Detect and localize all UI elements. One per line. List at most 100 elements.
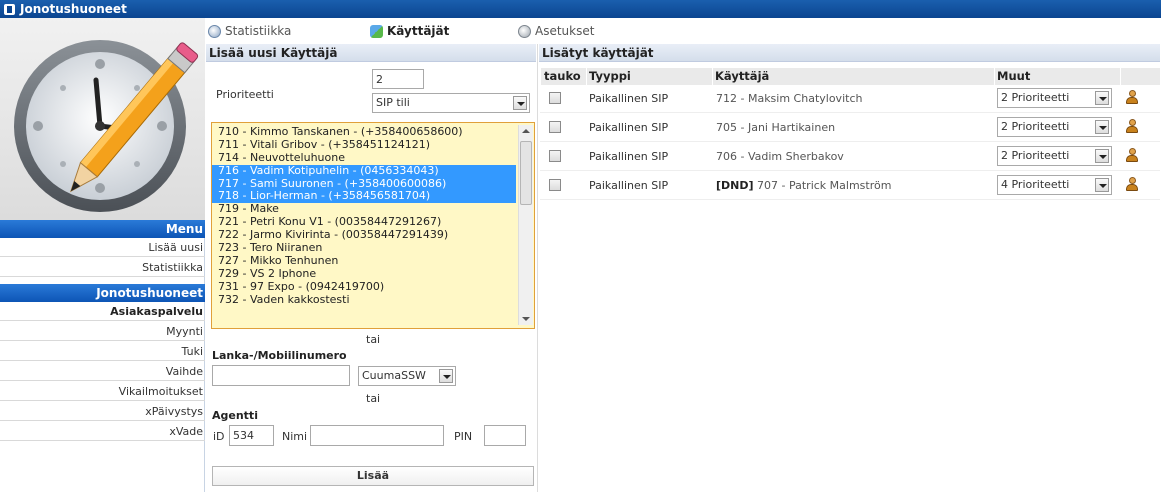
scroll-thumb[interactable] xyxy=(520,141,532,205)
sip-account-list[interactable]: 710 - Kimmo Tanskanen - (+358400658600) 7… xyxy=(211,122,535,329)
add-user-button[interactable]: Lisää xyxy=(212,466,534,486)
account-type-select[interactable]: SIP tili xyxy=(372,93,530,113)
priority-select-value: 2 Prioriteetti xyxy=(1001,149,1070,162)
scroll-down-icon[interactable] xyxy=(522,317,530,321)
sip-list-option[interactable]: 716 - Vadim Kotipuhelin - (0456334043) xyxy=(212,164,516,178)
column-header-other: Muut xyxy=(995,68,1120,85)
user-name-cell: 705 - Jani Hartikainen xyxy=(716,121,835,135)
user-edit-icon[interactable] xyxy=(1125,177,1139,191)
pause-checkbox[interactable] xyxy=(549,92,561,104)
agent-pin-label: PIN xyxy=(454,430,473,443)
sidebar: Menu Lisää uusi Statistiikka Jonotushuon… xyxy=(0,18,205,492)
agent-id-label: iD xyxy=(213,430,225,443)
added-users-section-title: Lisätyt käyttäjät xyxy=(539,44,1160,62)
tab-statistics[interactable]: Statistiikka xyxy=(208,20,291,42)
table-row: Paikallinen SIP 706 - Vadim Sherbakov 2 Pr… xyxy=(540,142,1160,171)
pause-checkbox[interactable] xyxy=(549,121,561,133)
sip-list-option[interactable]: 710 - Kimmo Tanskanen - (+358400658600) xyxy=(212,125,534,139)
column-header-user: Käyttäjä xyxy=(713,68,994,85)
user-name: 705 - Jani Hartikainen xyxy=(716,121,836,134)
user-type: Paikallinen SIP xyxy=(589,179,669,192)
sidebar-item-myynti[interactable]: Myynti xyxy=(0,322,205,341)
chevron-down-icon xyxy=(513,96,527,110)
dnd-badge: [DND] xyxy=(716,179,754,192)
sidebar-item-xpaivystys[interactable]: xPäivystys xyxy=(0,402,205,421)
column-header-type: Tyyppi xyxy=(587,68,712,85)
sidebar-item-vikailmoitukset[interactable]: Vikailmoitukset xyxy=(0,382,205,401)
user-name: 706 - Vadim Sherbakov xyxy=(716,150,844,163)
user-name-cell: [DND] 707 - Patrick Malmström xyxy=(716,179,891,193)
chevron-down-icon xyxy=(1095,91,1109,105)
sip-list-option[interactable]: 723 - Tero Niiranen xyxy=(212,241,534,255)
priority-label: Prioriteetti xyxy=(216,88,274,101)
sidebar-item-vaihde[interactable]: Vaihde xyxy=(0,362,205,381)
user-type: Paikallinen SIP xyxy=(589,150,669,163)
chevron-down-icon xyxy=(1095,120,1109,134)
table-row: Paikallinen SIP [DND] 707 - Patrick Malms… xyxy=(540,171,1160,200)
sip-list-option[interactable]: 727 - Mikko Tenhunen xyxy=(212,254,534,268)
priority-input[interactable] xyxy=(372,69,424,89)
user-edit-icon[interactable] xyxy=(1125,90,1139,104)
sidebar-item-tuki[interactable]: Tuki xyxy=(0,342,205,361)
user-type: Paikallinen SIP xyxy=(589,121,669,134)
user-edit-icon[interactable] xyxy=(1125,119,1139,133)
tab-statistics-label: Statistiikka xyxy=(225,24,292,38)
sip-list-option[interactable]: 731 - 97 Expo - (0942419700) xyxy=(212,280,534,294)
tab-settings[interactable]: Asetukset xyxy=(518,20,594,42)
agent-pin-input[interactable] xyxy=(484,425,526,446)
agent-name-label: Nimi xyxy=(282,430,308,443)
agent-label: Agentti xyxy=(212,409,258,422)
priority-select-value: 2 Prioriteetti xyxy=(1001,91,1070,104)
sip-list-option[interactable]: 711 - Vitali Gribov - (+358451124121) xyxy=(212,138,534,152)
column-header-actions xyxy=(1121,68,1160,85)
table-row: Paikallinen SIP 712 - Maksim Chatylovitch… xyxy=(540,84,1160,113)
priority-select[interactable]: 2 Prioriteetti xyxy=(997,146,1112,166)
provider-value: CuumaSSW xyxy=(362,369,426,382)
window-title-bar: Jonotushuoneet xyxy=(0,0,1161,18)
chevron-down-icon xyxy=(1095,178,1109,192)
sidebar-item-add-new[interactable]: Lisää uusi xyxy=(0,238,205,257)
sidebar-item-asiakaspalvelu[interactable]: Asiakaspalvelu xyxy=(0,302,205,321)
user-name-cell: 706 - Vadim Sherbakov xyxy=(716,150,844,164)
phone-number-label: Lanka-/Mobiilinumero xyxy=(212,349,347,362)
priority-select[interactable]: 2 Prioriteetti xyxy=(997,117,1112,137)
sip-list-option[interactable]: 714 - Neuvotteluhuone xyxy=(212,151,534,165)
scroll-up-icon[interactable] xyxy=(522,129,530,133)
chevron-down-icon xyxy=(1095,149,1109,163)
column-header-pause: tauko xyxy=(541,68,586,85)
chevron-down-icon xyxy=(439,369,453,383)
user-edit-icon[interactable] xyxy=(1125,148,1139,162)
phone-number-input[interactable] xyxy=(212,365,350,386)
sidebar-item-statistics[interactable]: Statistiikka xyxy=(0,258,205,277)
priority-select-value: 4 Prioriteetti xyxy=(1001,178,1070,191)
or-text-2: tai xyxy=(366,392,381,405)
queue-rooms-header[interactable]: Jonotushuoneet xyxy=(0,284,205,302)
agent-id-input[interactable] xyxy=(229,425,274,446)
sip-list-option[interactable]: 729 - VS 2 Iphone xyxy=(212,267,534,281)
menu-header: Menu xyxy=(0,220,205,238)
add-user-section-title: Lisää uusi Käyttäjä xyxy=(206,44,536,62)
user-name-cell: 712 - Maksim Chatylovitch xyxy=(716,92,862,106)
sidebar-item-xvade[interactable]: xVade xyxy=(0,422,205,441)
user-type: Paikallinen SIP xyxy=(589,92,669,105)
pause-checkbox[interactable] xyxy=(549,150,561,162)
user-name: 707 - Patrick Malmström xyxy=(757,179,892,192)
priority-select[interactable]: 2 Prioriteetti xyxy=(997,88,1112,108)
window-title: Jonotushuoneet xyxy=(20,2,127,16)
sip-list-option[interactable]: 732 - Vaden kakkostesti xyxy=(212,293,534,307)
or-text-1: tai xyxy=(366,333,381,346)
user-name: 712 - Maksim Chatylovitch xyxy=(716,92,863,105)
chart-icon xyxy=(208,24,221,38)
list-scrollbar[interactable] xyxy=(518,125,533,325)
app-icon xyxy=(4,3,15,15)
pause-checkbox[interactable] xyxy=(549,179,561,191)
users-icon xyxy=(370,24,383,38)
priority-select[interactable]: 4 Prioriteetti xyxy=(997,175,1112,195)
tab-users-label: Käyttäjät xyxy=(387,24,450,38)
tab-users[interactable]: Käyttäjät xyxy=(370,20,449,42)
tab-bar: Statistiikka Käyttäjät Asetukset xyxy=(208,20,1160,42)
clock-pencil-logo xyxy=(0,18,205,220)
agent-name-input[interactable] xyxy=(310,425,444,446)
settings-icon xyxy=(518,24,531,38)
provider-select[interactable]: CuumaSSW xyxy=(358,366,456,386)
